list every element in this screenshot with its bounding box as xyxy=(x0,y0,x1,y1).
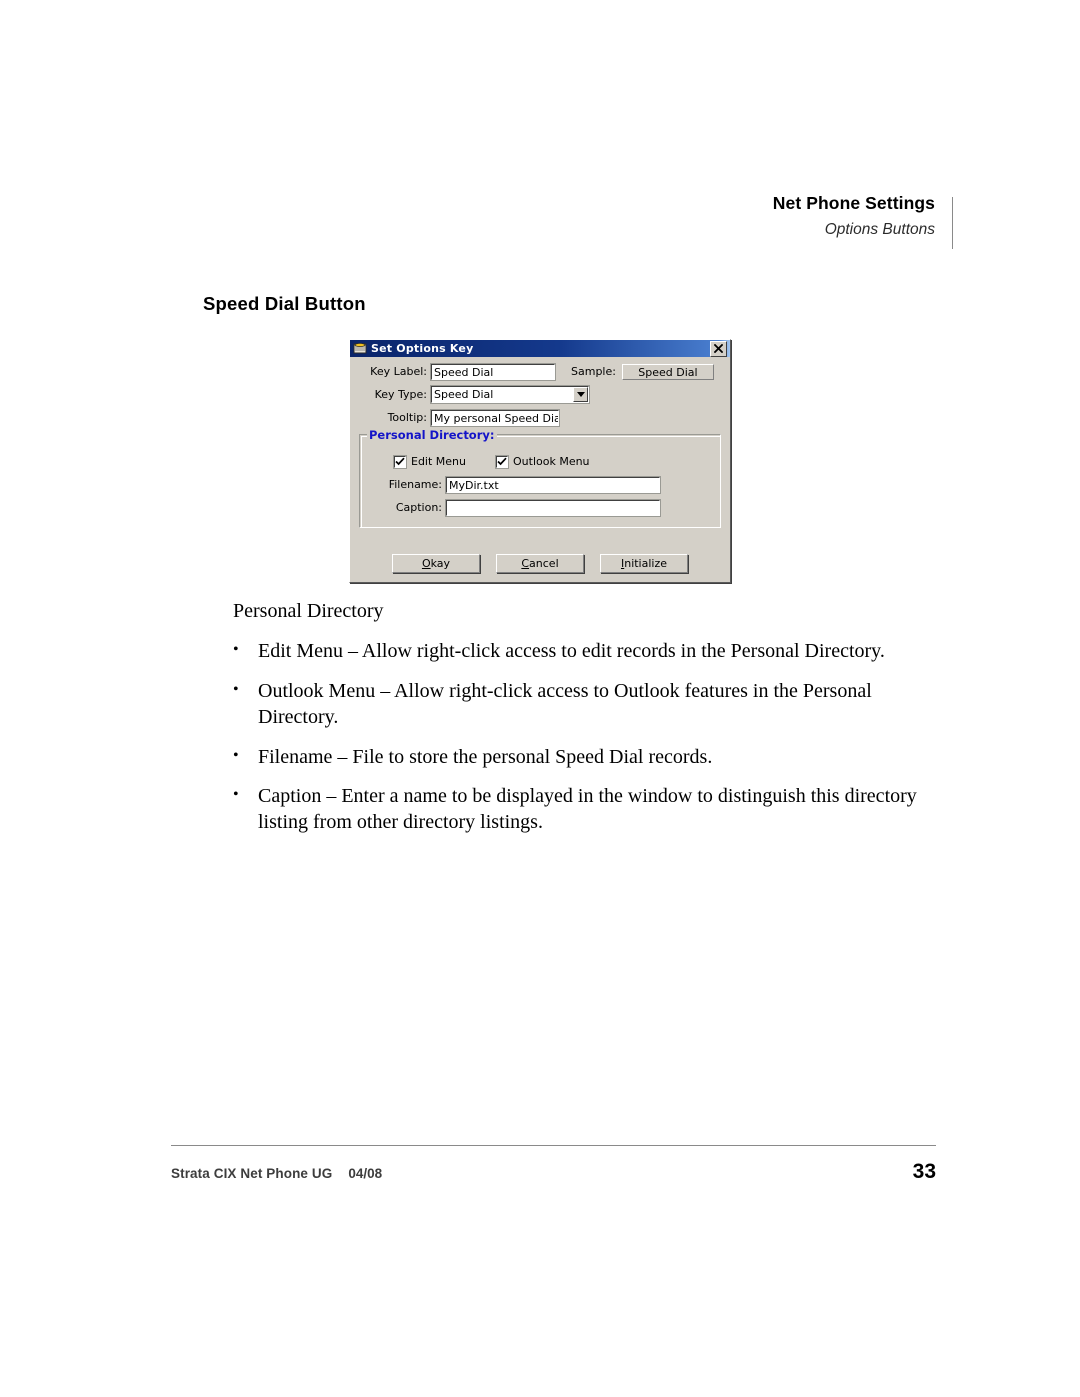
dialog-titlebar[interactable]: Set Options Key xyxy=(350,340,730,357)
header-vertical-rule xyxy=(952,197,953,249)
filename-row: Filename: MyDir.txt xyxy=(386,475,712,494)
sample-label: Sample: xyxy=(571,365,616,378)
outlook-menu-label: Outlook Menu xyxy=(513,455,590,468)
personal-directory-legend: Personal Directory: xyxy=(367,428,498,442)
key-type-select[interactable]: Speed Dial xyxy=(430,385,590,404)
list-item: • Caption – Enter a name to be displayed… xyxy=(233,783,923,836)
bullet-text: Filename – File to store the personal Sp… xyxy=(258,745,713,768)
running-header: Net Phone Settings Options Buttons xyxy=(772,193,953,249)
tooltip-row: Tooltip: My personal Speed Dia xyxy=(357,408,723,427)
dialog-button-row: Okay Cancel Initialize xyxy=(357,528,723,582)
dialog-body: Key Label: Speed Dial Sample: Speed Dial… xyxy=(350,357,730,582)
caption-row: Caption: xyxy=(386,498,712,517)
okay-rest: kay xyxy=(430,557,451,570)
phone-icon xyxy=(353,342,367,355)
key-label-input[interactable]: Speed Dial xyxy=(430,362,556,381)
bullet-glyph: • xyxy=(233,680,239,698)
key-type-value: Speed Dial xyxy=(434,388,494,401)
key-label-row: Key Label: Speed Dial Sample: Speed Dial xyxy=(357,362,723,381)
set-options-key-dialog: Set Options Key Key Label: Speed Dial Sa… xyxy=(349,339,731,583)
edit-menu-label: Edit Menu xyxy=(411,455,466,468)
list-item: • Filename – File to store the personal … xyxy=(233,744,923,770)
cancel-accel: C xyxy=(521,557,530,570)
header-subtitle: Options Buttons xyxy=(824,220,935,238)
okay-button[interactable]: Okay xyxy=(392,554,480,573)
footer-document-info: Strata CIX Net Phone UG 04/08 xyxy=(171,1166,382,1181)
page-footer: Strata CIX Net Phone UG 04/08 33 xyxy=(171,1160,936,1184)
bullet-glyph: • xyxy=(233,746,239,764)
personal-directory-group: Personal Directory: Edit Menu Outlook Me… xyxy=(359,428,721,528)
footer-rule xyxy=(171,1145,936,1146)
caption-label: Caption: xyxy=(395,501,442,514)
close-icon[interactable] xyxy=(710,340,727,357)
section-heading: Speed Dial Button xyxy=(203,293,366,315)
filename-input[interactable]: MyDir.txt xyxy=(445,475,661,494)
bullet-text: Outlook Menu – Allow right-click access … xyxy=(258,679,872,729)
caption-input[interactable] xyxy=(445,498,661,517)
bullet-text: Edit Menu – Allow right-click access to … xyxy=(258,640,885,663)
list-item: • Outlook Menu – Allow right-click acces… xyxy=(233,678,923,731)
tooltip-input[interactable]: My personal Speed Dia xyxy=(430,408,560,427)
okay-accel: O xyxy=(421,557,431,570)
outlook-menu-checkbox[interactable] xyxy=(495,454,509,469)
cancel-rest: ancel xyxy=(529,557,559,570)
initialize-rest: nitialize xyxy=(624,557,668,570)
footer-date: 04/08 xyxy=(348,1166,383,1181)
page-number: 33 xyxy=(912,1160,936,1183)
bullet-glyph: • xyxy=(233,785,239,803)
key-type-row: Key Type: Speed Dial xyxy=(357,385,723,404)
bullet-text: Caption – Enter a name to be displayed i… xyxy=(258,784,917,834)
body-lead: Personal Directory xyxy=(233,600,384,622)
footer-document-title: Strata CIX Net Phone UG xyxy=(171,1166,333,1181)
cancel-button[interactable]: Cancel xyxy=(496,554,584,573)
sample-preview-button[interactable]: Speed Dial xyxy=(621,363,714,380)
list-item: • Edit Menu – Allow right-click access t… xyxy=(233,638,923,664)
body-copy: Personal Directory • Edit Menu – Allow r… xyxy=(233,598,923,849)
directory-menu-checkbox-row: Edit Menu Outlook Menu xyxy=(393,454,712,469)
key-type-label: Key Type: xyxy=(374,388,427,401)
dialog-title: Set Options Key xyxy=(371,342,474,355)
key-label-label: Key Label: xyxy=(370,365,427,378)
initialize-button[interactable]: Initialize xyxy=(600,554,688,573)
tooltip-label: Tooltip: xyxy=(387,411,427,424)
edit-menu-checkbox[interactable] xyxy=(393,454,407,469)
chevron-down-icon[interactable] xyxy=(573,387,588,402)
filename-label: Filename: xyxy=(388,478,442,491)
header-title: Net Phone Settings xyxy=(772,193,935,213)
bullet-glyph: • xyxy=(233,641,239,659)
